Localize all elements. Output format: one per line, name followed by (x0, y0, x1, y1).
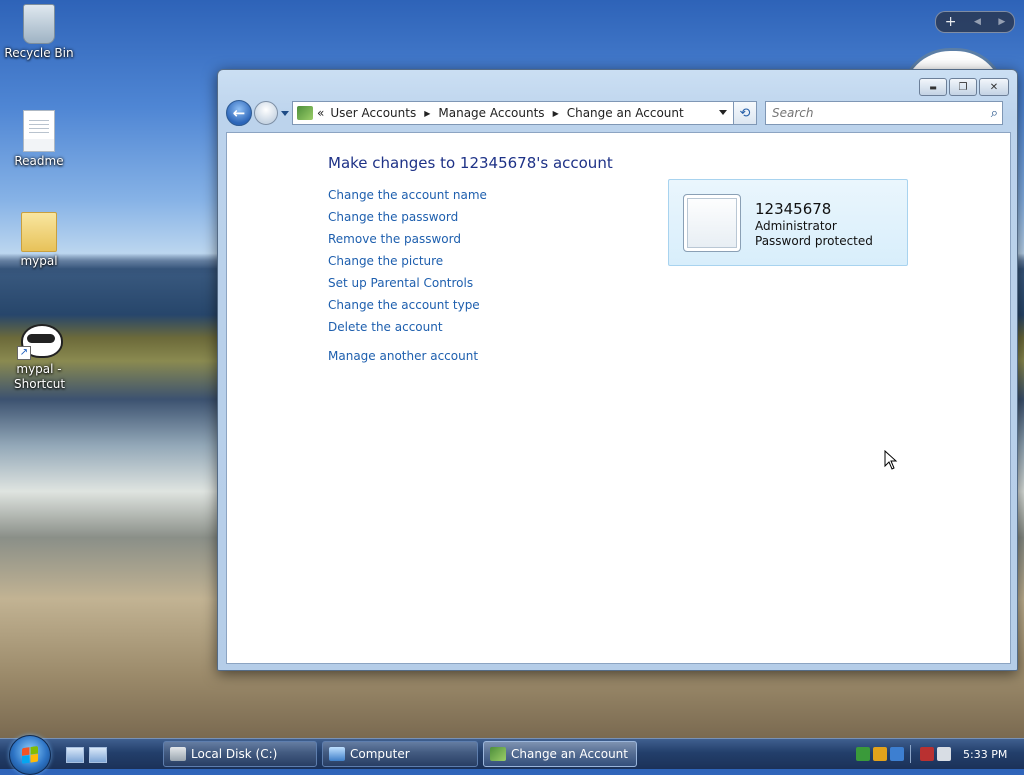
minimize-button[interactable]: ▬ (919, 78, 947, 96)
network-disconnected-icon[interactable] (920, 747, 934, 761)
windows-logo-icon (22, 745, 38, 765)
security-center-icon[interactable] (856, 747, 870, 761)
text-document-icon (23, 110, 55, 152)
breadcrumb-user-accounts[interactable]: User Accounts (330, 106, 416, 120)
maximize-icon: ❐ (958, 81, 968, 93)
recent-pages-dropdown-icon[interactable] (281, 110, 289, 116)
taskbar-button-computer[interactable]: Computer (322, 741, 478, 767)
task-list: Change the account name Change the passw… (328, 187, 487, 370)
tray-divider (910, 745, 911, 763)
maximize-button[interactable]: ❐ (949, 78, 977, 96)
shield-warning-icon[interactable] (873, 747, 887, 761)
desktop-icon-mypal-folder[interactable]: mypal (3, 212, 75, 269)
next-gadget-icon[interactable]: ▶ (998, 17, 1005, 27)
change-account-type-link[interactable]: Change the account type (328, 297, 487, 319)
shortcut-arrow-icon: ↗ (17, 346, 31, 360)
refresh-icon: ⟲ (739, 105, 751, 121)
taskbar-button-label: Change an Account (511, 747, 628, 761)
taskbar-button-label: Local Disk (C:) (191, 747, 278, 761)
forward-button[interactable] (254, 101, 278, 125)
window-controls: ▬ ❐ ✕ (919, 78, 1009, 96)
account-name: 12345678 (755, 200, 832, 218)
account-card: 12345678 Administrator Password protecte… (668, 179, 908, 266)
computer-icon (329, 747, 345, 761)
user-accounts-icon (490, 747, 506, 761)
account-type: Administrator (755, 219, 837, 233)
desktop-icon-label: mypal - Shortcut (14, 362, 66, 391)
desktop-icon-mypal-shortcut[interactable]: ↗ mypal - Shortcut (3, 320, 75, 392)
recycle-bin-icon (23, 4, 55, 44)
show-desktop-icon[interactable] (66, 747, 84, 763)
back-arrow-icon: ← (232, 104, 246, 122)
content-pane: Make changes to 12345678's account Chang… (226, 132, 1011, 664)
change-picture-link[interactable]: Change the picture (328, 253, 487, 275)
desktop-icon-label: mypal (20, 254, 58, 268)
hidden-crumbs-icon[interactable]: « (317, 106, 324, 120)
prev-gadget-icon[interactable]: ◀ (974, 17, 981, 27)
start-button[interactable] (9, 735, 51, 775)
close-button[interactable]: ✕ (979, 78, 1009, 96)
system-clock[interactable]: 5:33 PM (963, 748, 1007, 761)
address-bar[interactable]: « User Accounts ▶ Manage Accounts ▶ Chan… (292, 101, 734, 125)
taskbar-button-change-an-account[interactable]: Change an Account (483, 741, 637, 767)
raccoon-app-shortcut-icon: ↗ (17, 320, 63, 360)
notification-area: 5:33 PM (853, 741, 1024, 767)
breadcrumb-manage-accounts[interactable]: Manage Accounts (438, 106, 544, 120)
control-panel-window: ▬ ❐ ✕ ← « User Accounts ▶ Manage Account… (217, 69, 1018, 671)
delete-account-link[interactable]: Delete the account (328, 319, 487, 341)
change-password-link[interactable]: Change the password (328, 209, 487, 231)
account-status: Password protected (755, 234, 873, 248)
search-input[interactable] (770, 105, 964, 121)
desktop-icon-recycle-bin[interactable]: Recycle Bin (3, 4, 75, 61)
page-title: Make changes to 12345678's account (328, 154, 613, 172)
minimize-icon: ▬ (929, 82, 937, 92)
parental-controls-link[interactable]: Set up Parental Controls (328, 275, 487, 297)
navigation-bar: ← « User Accounts ▶ Manage Accounts ▶ Ch… (226, 100, 1009, 126)
add-gadget-icon[interactable]: + (945, 14, 957, 30)
user-picture (683, 194, 741, 252)
manage-another-account-link[interactable]: Manage another account (328, 348, 487, 370)
gadget-toolbar: + ◀ ▶ (935, 11, 1015, 33)
taskbar: Local Disk (C:) Computer Change an Accou… (0, 735, 1024, 775)
windows-update-icon[interactable] (890, 747, 904, 761)
switch-windows-icon[interactable] (89, 747, 107, 763)
taskbar-button-label: Computer (350, 747, 410, 761)
taskbar-button-local-disk[interactable]: Local Disk (C:) (163, 741, 317, 767)
remove-password-link[interactable]: Remove the password (328, 231, 487, 253)
desktop-icon-label: Readme (14, 154, 64, 168)
search-box[interactable]: ⌕ (765, 101, 1003, 125)
back-button[interactable]: ← (226, 100, 252, 126)
magnifier-icon[interactable]: ⌕ (991, 106, 998, 121)
desktop-icon-readme[interactable]: Readme (3, 110, 75, 169)
breadcrumb-separator-icon[interactable]: ▶ (424, 109, 430, 118)
drive-icon (170, 747, 186, 761)
volume-muted-icon[interactable] (937, 747, 951, 761)
user-accounts-icon (297, 106, 313, 120)
breadcrumb-separator-icon[interactable]: ▶ (553, 109, 559, 118)
change-account-name-link[interactable]: Change the account name (328, 187, 487, 209)
folder-icon (21, 212, 57, 252)
breadcrumb-change-an-account[interactable]: Change an Account (567, 106, 684, 120)
close-icon: ✕ (989, 81, 999, 93)
desktop-icon-label: Recycle Bin (4, 46, 74, 60)
address-history-dropdown-icon[interactable] (719, 110, 727, 115)
refresh-button[interactable]: ⟲ (734, 101, 757, 125)
